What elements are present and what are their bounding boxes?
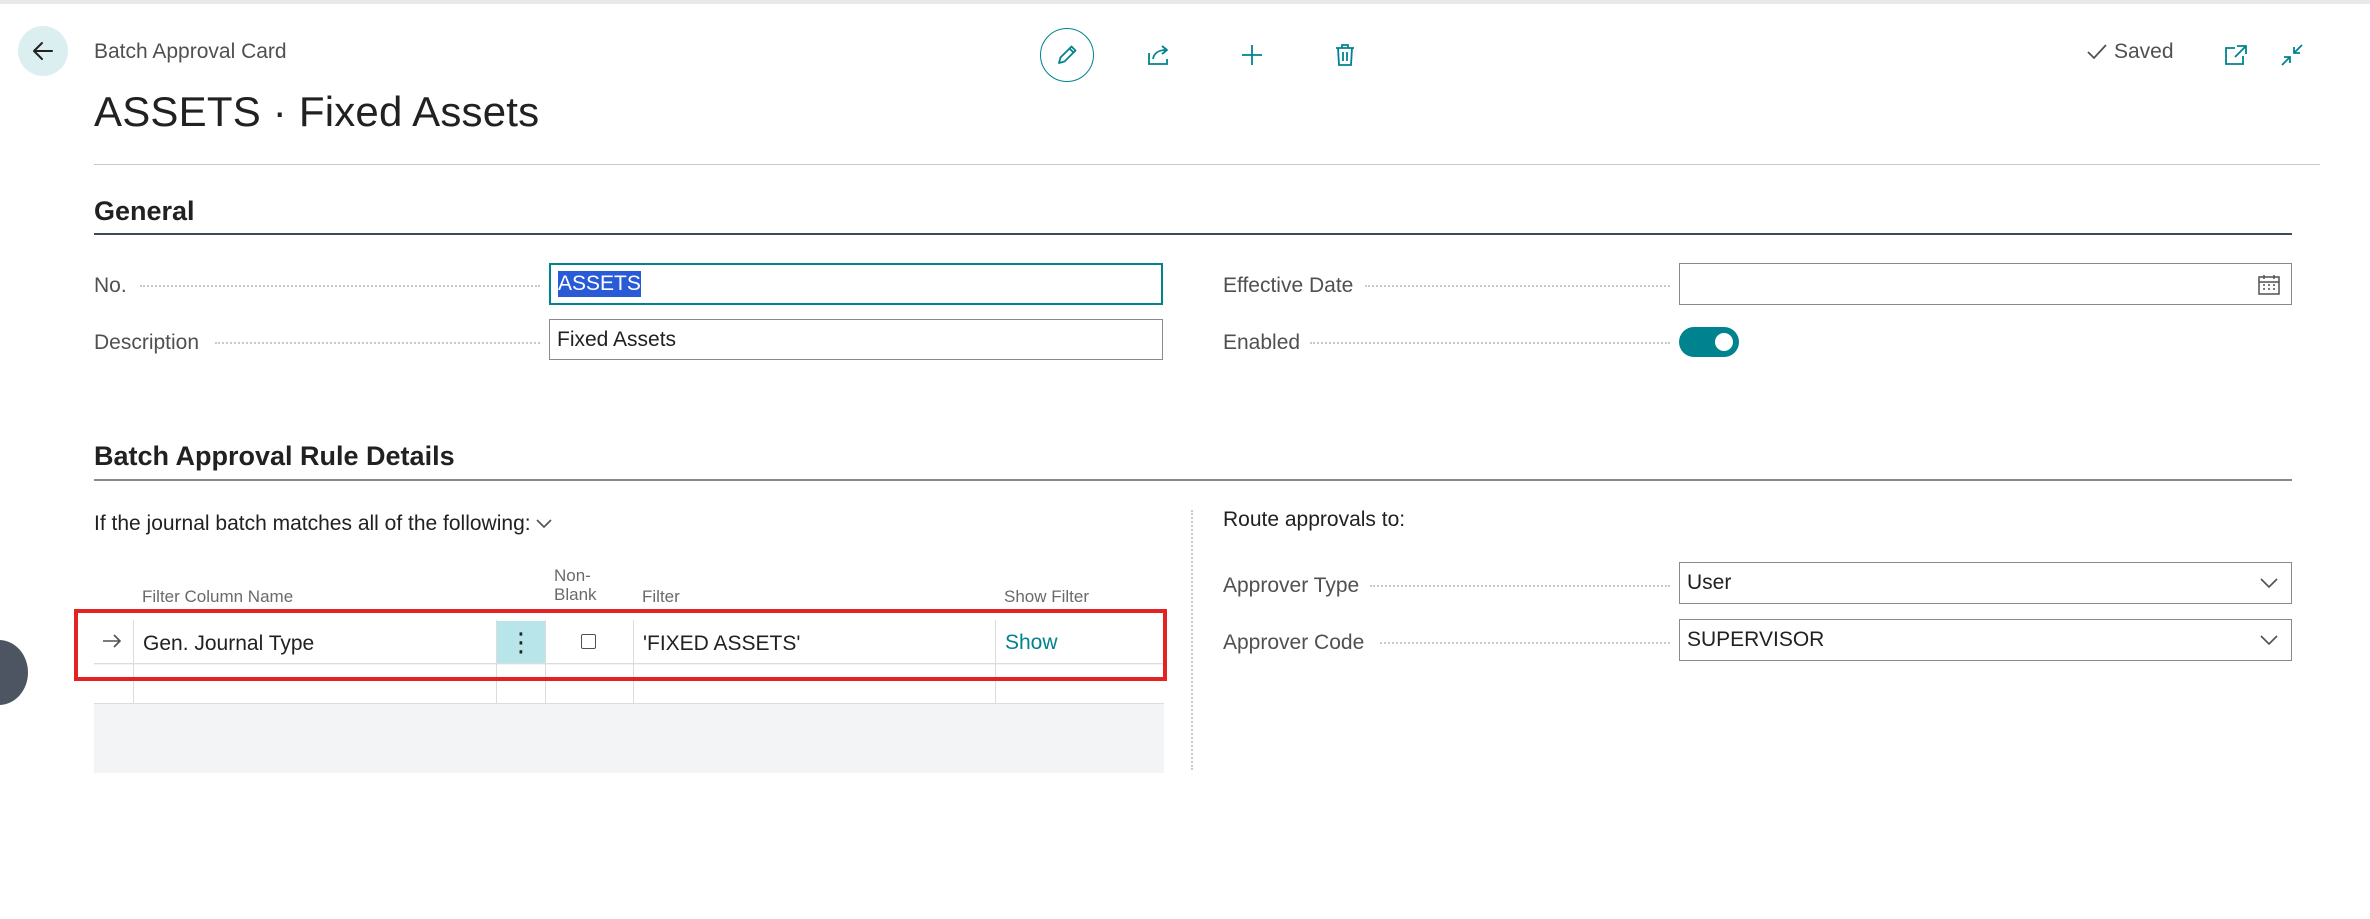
approver-type-value: User <box>1687 571 1732 594</box>
match-condition-dropdown[interactable]: If the journal batch matches all of the … <box>94 512 553 536</box>
enabled-toggle[interactable] <box>1679 327 1739 357</box>
chevron-down-icon <box>536 519 552 529</box>
page-title: ASSETS · Fixed Assets <box>94 88 540 135</box>
approver-code-leader <box>1380 642 1670 644</box>
enabled-label: Enabled <box>1223 331 1301 354</box>
collapse-icon <box>2281 44 2303 66</box>
description-field[interactable]: Fixed Assets <box>549 319 1163 360</box>
calendar-icon[interactable] <box>2257 274 2281 296</box>
match-condition-text: If the journal batch matches all of the … <box>94 512 531 535</box>
col-header-non-blank-line1: Non- <box>554 566 591 585</box>
no-value: ASSETS <box>558 271 641 297</box>
top-border <box>0 0 2370 4</box>
general-section-heading[interactable]: General <box>94 196 195 227</box>
title-divider <box>94 164 2320 165</box>
back-arrow-icon <box>33 42 53 60</box>
effective-date-field[interactable] <box>1679 263 2292 305</box>
chevron-down-icon <box>2260 635 2278 646</box>
share-icon <box>1148 45 1168 65</box>
general-section-rule <box>94 233 2292 235</box>
approver-code-value: SUPERVISOR <box>1687 628 1825 651</box>
breadcrumb[interactable]: Batch Approval Card <box>94 40 287 64</box>
col-header-non-blank[interactable]: Non- Blank <box>554 566 597 604</box>
saved-status: Saved <box>2086 40 2174 64</box>
saved-label: Saved <box>2114 40 2174 63</box>
col-header-filter[interactable]: Filter <box>642 587 680 607</box>
approver-code-select[interactable]: SUPERVISOR <box>1679 619 2292 661</box>
no-label: No. <box>94 274 127 297</box>
edit-button[interactable] <box>1040 28 1094 82</box>
col-header-non-blank-line2: Blank <box>554 585 597 604</box>
enabled-leader <box>1310 342 1670 344</box>
no-leader <box>140 285 540 287</box>
approver-type-select[interactable]: User <box>1679 562 2292 604</box>
open-new-window-button[interactable] <box>2209 28 2263 82</box>
effective-date-label: Effective Date <box>1223 274 1354 297</box>
trash-icon <box>1336 44 1354 66</box>
delete-button[interactable] <box>1318 28 1372 82</box>
rule-details-rule <box>94 479 2292 481</box>
col-header-show-filter[interactable]: Show Filter <box>1004 587 1089 607</box>
toggle-knob <box>1715 333 1733 351</box>
highlight-box <box>74 609 1167 681</box>
no-field[interactable]: ASSETS <box>549 263 1163 305</box>
col-header-filter-column-name[interactable]: Filter Column Name <box>142 587 293 607</box>
description-label: Description <box>94 331 200 354</box>
chevron-down-icon <box>2260 578 2278 589</box>
share-button[interactable] <box>1132 28 1186 82</box>
pencil-icon <box>1058 45 1077 64</box>
check-icon <box>2087 44 2107 60</box>
open-in-new-icon <box>2225 45 2247 65</box>
description-value: Fixed Assets <box>557 327 677 351</box>
rule-details-heading[interactable]: Batch Approval Rule Details <box>94 441 455 472</box>
description-leader <box>215 342 540 344</box>
collapse-button[interactable] <box>2265 28 2319 82</box>
approver-type-leader <box>1370 585 1670 587</box>
side-panel-handle[interactable] <box>0 640 28 705</box>
route-approvals-heading: Route approvals to: <box>1223 508 1406 531</box>
column-divider <box>1191 510 1193 770</box>
new-button[interactable] <box>1225 28 1279 82</box>
approver-code-label: Approver Code <box>1223 631 1365 654</box>
back-button[interactable] <box>18 26 68 76</box>
approver-type-label: Approver Type <box>1223 574 1360 597</box>
effective-date-leader <box>1365 285 1670 287</box>
plus-icon <box>1242 45 1262 65</box>
